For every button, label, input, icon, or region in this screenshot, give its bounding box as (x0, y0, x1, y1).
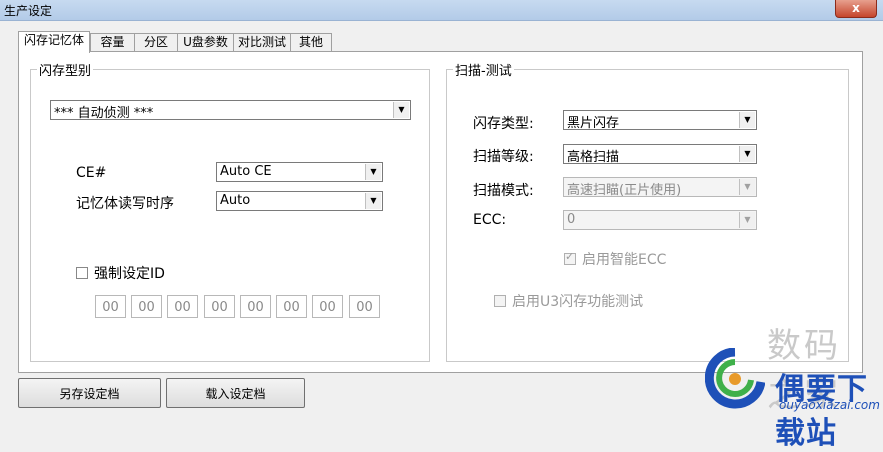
chevron-down-icon[interactable]: ▼ (365, 164, 381, 180)
ce-select[interactable]: Auto CE ▼ (216, 162, 383, 182)
check-icon: ✓ (565, 250, 575, 263)
chevron-down-icon[interactable]: ▼ (393, 102, 409, 118)
scan-level-value: 高格扫描 (567, 150, 620, 165)
id-byte-field[interactable]: 00 (240, 295, 271, 318)
rw-timing-select[interactable]: Auto ▼ (216, 191, 383, 211)
flash-kind-select[interactable]: 黑片闪存 ▼ (563, 110, 757, 131)
rw-timing-label: 记忆体读写时序 (76, 196, 174, 212)
tab-udisk-params[interactable]: U盘参数 (177, 33, 234, 52)
flash-kind-value: 黑片闪存 (567, 116, 620, 131)
scan-mode-label: 扫描模式: (473, 183, 534, 199)
chevron-down-icon[interactable]: ▼ (739, 112, 755, 128)
scan-mode-value: 高速扫瞄(正片使用) (567, 183, 682, 198)
checkbox-box[interactable]: ✓ (564, 250, 576, 265)
window-title: 生产设定 (4, 4, 53, 18)
auto-detect-select[interactable]: *** 自动侦测 *** ▼ (50, 100, 411, 121)
flash-type-group-title: 闪存型别 (39, 64, 92, 79)
checkbox-box[interactable] (494, 295, 506, 307)
scan-test-group-title: 扫描-测试 (455, 64, 512, 79)
force-id-label: 强制设定ID (94, 266, 165, 282)
chevron-down-icon[interactable]: ▼ (739, 179, 755, 195)
smart-ecc-label: 启用智能ECC (582, 252, 667, 268)
auto-detect-value: *** 自动侦测 *** (54, 106, 154, 121)
watermark-url: ouyaoxiazai.com (779, 398, 880, 412)
u3-test-checkbox[interactable]: 启用U3闪存功能测试 (494, 291, 643, 311)
chevron-down-icon[interactable]: ▼ (739, 146, 755, 162)
id-byte-field[interactable]: 00 (349, 295, 380, 318)
chevron-down-icon[interactable]: ▼ (739, 212, 755, 228)
tab-other[interactable]: 其他 (290, 33, 332, 52)
id-byte-field[interactable]: 00 (167, 295, 198, 318)
tab-compare-test[interactable]: 对比测试 (233, 33, 291, 52)
id-byte-field[interactable]: 00 (131, 295, 162, 318)
ecc-select[interactable]: 0 ▼ (563, 210, 757, 230)
scan-mode-select[interactable]: 高速扫瞄(正片使用) ▼ (563, 177, 757, 198)
title-bar: 生产设定 x (0, 0, 883, 21)
checkbox-box[interactable] (76, 267, 88, 279)
chevron-down-icon[interactable]: ▼ (365, 193, 381, 209)
id-byte-field[interactable]: 00 (312, 295, 343, 318)
id-byte-field[interactable]: 00 (276, 295, 307, 318)
ecc-label: ECC: (473, 212, 507, 228)
scan-level-label: 扫描等级: (473, 149, 534, 165)
load-config-button[interactable]: 载入设定档 (166, 378, 305, 408)
smart-ecc-checkbox[interactable]: ✓ 启用智能ECC (564, 249, 666, 269)
ecc-value: 0 (567, 212, 576, 227)
force-id-checkbox[interactable]: 强制设定ID (76, 263, 165, 283)
u3-test-label: 启用U3闪存功能测试 (512, 294, 644, 310)
tab-capacity[interactable]: 容量 (90, 33, 135, 52)
tab-partition[interactable]: 分区 (134, 33, 178, 52)
close-icon[interactable]: x (852, 1, 860, 15)
rw-timing-value: Auto (220, 193, 251, 208)
ce-label: CE# (76, 165, 107, 181)
ce-value: Auto CE (220, 164, 272, 179)
close-button[interactable]: x (835, 0, 877, 18)
scan-level-select[interactable]: 高格扫描 ▼ (563, 144, 757, 165)
watermark-logo-icon (705, 348, 765, 409)
tab-flash-memory[interactable]: 闪存记忆体 (18, 31, 90, 53)
watermark: 数码之家 偶要下载站 ouyaoxiazai.com (703, 318, 880, 451)
id-byte-field[interactable]: 00 (204, 295, 235, 318)
id-byte-field[interactable]: 00 (95, 295, 126, 318)
flash-kind-label: 闪存类型: (473, 116, 534, 132)
save-config-button[interactable]: 另存设定档 (18, 378, 161, 408)
